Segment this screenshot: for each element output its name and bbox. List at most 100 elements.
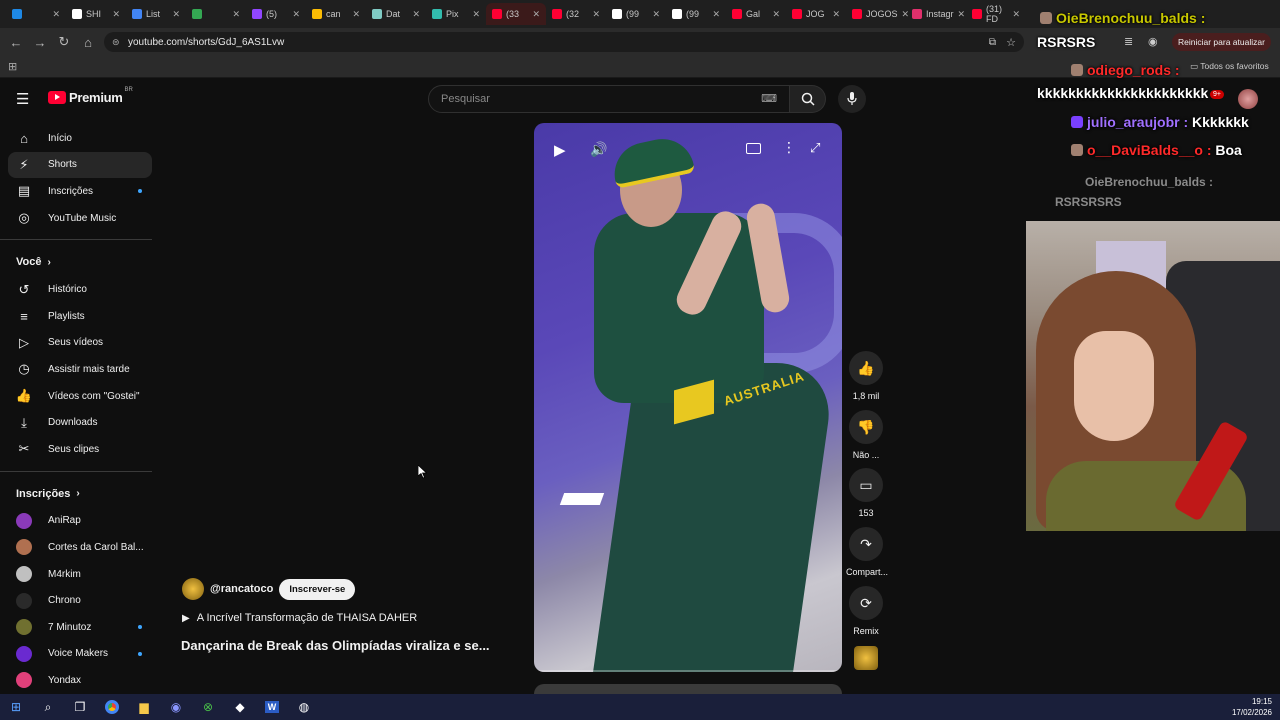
video-progress-bar[interactable] xyxy=(534,670,842,672)
tab-close-icon[interactable]: ✕ xyxy=(52,9,60,20)
tab-close-icon[interactable]: ✕ xyxy=(532,9,540,20)
captions-icon[interactable] xyxy=(746,143,761,154)
sidebar-item[interactable]: ▷ Seus vídeos xyxy=(8,330,152,357)
next-short-preview[interactable] xyxy=(534,684,842,694)
browser-tab[interactable]: JOG ✕ xyxy=(786,3,846,25)
browser-tab[interactable]: Dat ✕ xyxy=(366,3,426,25)
subscription-item[interactable]: AniRap xyxy=(8,508,152,535)
vpn-icon[interactable]: ◆ xyxy=(224,694,256,720)
apps-icon[interactable]: ⊞ xyxy=(8,60,17,73)
subscription-item[interactable]: M4rkim xyxy=(8,561,152,588)
windows-start-icon[interactable]: ⊞ xyxy=(0,694,32,720)
like-button[interactable]: 👍 xyxy=(849,351,883,385)
subscriptions-section-header[interactable]: Inscrições › xyxy=(0,480,155,508)
you-section-header[interactable]: Você › xyxy=(0,248,155,276)
reload-icon[interactable]: ↻ xyxy=(52,34,76,50)
short-video-player[interactable]: AUSTRALIA ▶ 🔊 ⋮ ⤢ xyxy=(534,123,842,672)
address-bar[interactable]: ⊜ youtube.com/shorts/GdJ_6AS1Lvw ⧉ ☆ xyxy=(104,32,1024,52)
browser-tab[interactable]: (32 ✕ xyxy=(546,3,606,25)
share-button[interactable]: ↷ xyxy=(849,527,883,561)
search-taskbar-icon[interactable]: ⌕ xyxy=(32,694,64,720)
subscription-item[interactable]: 7 Minutoz xyxy=(8,614,152,641)
volume-icon[interactable]: 🔊 xyxy=(590,141,607,158)
tab-close-icon[interactable]: ✕ xyxy=(472,9,480,20)
tab-close-icon[interactable]: ✕ xyxy=(112,9,120,20)
install-icon[interactable]: ⧉ xyxy=(989,37,996,48)
subscription-item[interactable]: Voice Makers xyxy=(8,641,152,668)
subscription-item[interactable]: Cortes da Carol Bal... xyxy=(8,534,152,561)
short-title[interactable]: Dançarina de Break das Olimpíadas virali… xyxy=(181,638,490,653)
sidebar-item[interactable]: ≡ Playlists xyxy=(8,303,152,330)
browser-tab[interactable]: (99 ✕ xyxy=(666,3,726,25)
browser-tab[interactable]: (33 ✕ xyxy=(486,3,546,25)
youtube-logo[interactable]: Premium BR xyxy=(48,87,133,105)
subscribe-button[interactable]: Inscrever-se xyxy=(279,578,356,600)
bookmark-star-icon[interactable]: ☆ xyxy=(1006,36,1016,49)
subscription-item[interactable]: Yondax xyxy=(8,667,152,694)
comments-button[interactable]: ▭ xyxy=(849,468,883,502)
tab-close-icon[interactable]: ✕ xyxy=(958,9,966,20)
sidebar-item[interactable]: 👍 Vídeos com "Gostei" xyxy=(8,383,152,410)
chrome-icon[interactable] xyxy=(96,694,128,720)
xbox-icon[interactable]: ⊗ xyxy=(192,694,224,720)
browser-tab[interactable]: List ✕ xyxy=(126,3,186,25)
subscription-item[interactable]: Chrono xyxy=(8,587,152,614)
channel-avatar[interactable] xyxy=(182,578,204,600)
tab-close-icon[interactable]: ✕ xyxy=(352,9,360,20)
sidebar-item[interactable]: ◎ YouTube Music xyxy=(8,205,152,232)
tab-close-icon[interactable]: ✕ xyxy=(772,9,780,20)
search-input[interactable]: Pesquisar xyxy=(441,93,490,105)
menu-icon[interactable]: ☰ xyxy=(16,90,29,108)
dislike-button[interactable]: 👎 xyxy=(849,410,883,444)
remix-button[interactable]: ⟳ xyxy=(849,586,883,620)
play-button[interactable]: ▶ xyxy=(554,141,566,159)
browser-tab[interactable]: (99 ✕ xyxy=(606,3,666,25)
tab-close-icon[interactable]: ✕ xyxy=(832,9,840,20)
keyboard-icon[interactable]: ⌨ xyxy=(761,92,777,105)
browser-tab[interactable]: Instagr ✕ xyxy=(906,3,966,25)
tab-close-icon[interactable]: ✕ xyxy=(1012,9,1020,20)
more-options-icon[interactable]: ⋮ xyxy=(782,139,796,156)
forward-icon[interactable]: → xyxy=(28,35,52,50)
tab-close-icon[interactable]: ✕ xyxy=(232,9,240,20)
sidebar-item[interactable]: ⌂ Início xyxy=(8,125,152,152)
home-browser-icon[interactable]: ⌂ xyxy=(76,35,100,50)
tab-close-icon[interactable]: ✕ xyxy=(292,9,300,20)
back-icon[interactable]: ← xyxy=(4,35,28,50)
sound-avatar[interactable] xyxy=(854,646,878,670)
tab-close-icon[interactable]: ✕ xyxy=(412,9,420,20)
file-explorer-icon[interactable]: ▆ xyxy=(128,694,160,720)
browser-tab[interactable]: can ✕ xyxy=(306,3,366,25)
browser-tab[interactable]: JOGOS ✕ xyxy=(846,3,909,25)
system-clock[interactable]: 19:15 17/02/2026 xyxy=(1232,696,1272,718)
sidebar-item[interactable]: ↺ Histórico xyxy=(8,276,152,303)
browser-tab[interactable]: Gal ✕ xyxy=(726,3,786,25)
browser-tab[interactable]: ✕ xyxy=(186,3,246,25)
site-info-icon[interactable]: ⊜ xyxy=(112,37,120,48)
sidebar-item[interactable]: ⤓ Downloads xyxy=(8,409,152,436)
voice-search-button[interactable] xyxy=(838,85,866,113)
fullscreen-icon[interactable]: ⤢ xyxy=(810,140,820,156)
browser-tab[interactable]: ✕ xyxy=(6,3,66,25)
sidebar-item[interactable]: ✂ Seus clipes xyxy=(8,436,152,463)
task-view-icon[interactable]: ❐ xyxy=(64,694,96,720)
browser-tab[interactable]: (31) FD ✕ xyxy=(966,3,1026,25)
account-avatar[interactable] xyxy=(1238,89,1258,109)
sidebar-item[interactable]: ⚡ Shorts xyxy=(8,151,152,179)
search-box[interactable]: Pesquisar ⌨ xyxy=(428,85,790,113)
tab-close-icon[interactable]: ✕ xyxy=(592,9,600,20)
search-button[interactable] xyxy=(790,85,826,113)
sidebar-item[interactable]: ▤ Inscrições xyxy=(8,178,152,205)
browser-tab[interactable]: Pix ✕ xyxy=(426,3,486,25)
sidebar-item[interactable]: ◷ Assistir mais tarde xyxy=(8,356,152,383)
word-icon[interactable]: W xyxy=(256,694,288,720)
browser-tab[interactable]: SHI ✕ xyxy=(66,3,126,25)
tab-close-icon[interactable]: ✕ xyxy=(712,9,720,20)
tab-close-icon[interactable]: ✕ xyxy=(652,9,660,20)
playlist-link[interactable]: ▶ A Incrível Transformação de THAISA DAH… xyxy=(182,612,417,624)
channel-name[interactable]: @rancatoco xyxy=(210,583,273,595)
discord-icon[interactable]: ◉ xyxy=(160,694,192,720)
tab-close-icon[interactable]: ✕ xyxy=(172,9,180,20)
obs-icon[interactable]: ◍ xyxy=(288,694,320,720)
browser-tab[interactable]: (5) ✕ xyxy=(246,3,306,25)
